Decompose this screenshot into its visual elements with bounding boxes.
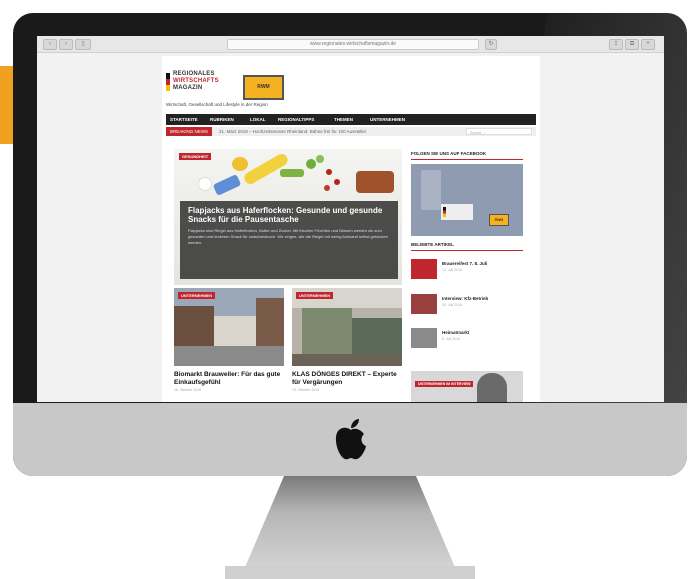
popular-item-date: 10. Juli 2018 [442, 303, 462, 307]
ticker-label: BREAKING NEWS [166, 127, 212, 136]
popular-thumb-image [411, 259, 437, 279]
berry-image [334, 179, 340, 185]
popular-item[interactable]: Brauereifest 7. 8. Juli 12. Juli 2018 [411, 259, 523, 279]
facebook-page-logo [441, 204, 473, 220]
building-image [421, 170, 441, 210]
web-page: REGIONALES WIRTSCHAFTS MAGAZIN RWM Wirts… [162, 56, 540, 402]
card-date: 13. Oktober 2018 [292, 388, 320, 392]
building-image [256, 298, 284, 346]
card-title[interactable]: KLAS DÖNGES DIREKT – Experte für Vergäru… [292, 371, 402, 387]
popular-item[interactable]: Heimatmarkt 8. Juli 2018 [411, 328, 523, 348]
hero-excerpt: Flapjacks sind Riegel aus Haferflocken, … [188, 228, 388, 245]
article-image [174, 288, 284, 366]
card-category-tag[interactable]: UNTERNEHMEN [296, 292, 334, 299]
berry-image [326, 169, 332, 175]
berry-image [324, 185, 330, 191]
german-flag-icon [166, 73, 170, 91]
nav-item-rubriken[interactable]: RUBRIKEN [210, 117, 234, 122]
bowl-image [198, 177, 212, 191]
browser-toolbar: ‹ › ▯ www.regionales-wirtschaftsmagazin.… [37, 36, 664, 53]
flapjack-image [356, 171, 394, 193]
nav-item-unternehmen[interactable]: UNTERNEHMEN [370, 117, 405, 122]
sidebar-icon[interactable]: ▯ [75, 39, 91, 50]
search-input[interactable]: Suche ... [466, 128, 532, 135]
machinery-image [352, 318, 402, 354]
hero-title[interactable]: Flapjacks aus Haferflocken: Gesunde und … [188, 206, 388, 224]
browser-window: ‹ › ▯ www.regionales-wirtschaftsmagazin.… [37, 36, 664, 402]
popular-thumb-image [411, 328, 437, 348]
card-date: 16. Oktober 2018 [174, 388, 202, 392]
vegetable-image [280, 169, 304, 177]
header-ad-banner[interactable]: RWM [243, 75, 284, 100]
building-image [174, 306, 214, 346]
facebook-widget[interactable]: RWM [411, 164, 523, 236]
hall-image [302, 308, 352, 354]
ticker-text[interactable]: 21. März 2019 – Hochzeitsmesse Rheinland… [219, 129, 366, 134]
article-image [292, 288, 402, 366]
popular-item-title[interactable]: Heimatmarkt [442, 330, 469, 335]
bottle-image [212, 174, 242, 196]
nav-item-themen[interactable]: THEMEN [334, 117, 353, 122]
accent-bar [0, 66, 13, 144]
logo-line-3: MAGAZIN [173, 85, 203, 91]
hero-article[interactable]: GESUNDHEIT Flapjacks aus Haferflocken: G… [174, 149, 402, 285]
monitor-stand-base [225, 566, 475, 579]
heading-underline [411, 250, 523, 251]
popular-item-date: 12. Juli 2018 [442, 268, 462, 272]
nav-item-lokal[interactable]: LOKAL [250, 117, 266, 122]
site-logo[interactable]: REGIONALES WIRTSCHAFTS MAGAZIN [166, 70, 228, 98]
logo-line-1: REGIONALES [173, 71, 215, 77]
grape-image [316, 155, 324, 163]
hero-category-tag[interactable]: GESUNDHEIT [179, 153, 212, 160]
reload-icon[interactable]: ↻ [485, 39, 497, 50]
facebook-widget-heading: FOLGEN SIE UNS AUF FACEBOOK [411, 151, 487, 156]
popular-thumb-image [411, 294, 437, 314]
forward-icon[interactable]: › [59, 39, 73, 50]
logo-line-2: WIRTSCHAFTS [173, 78, 219, 84]
card-category-tag[interactable]: UNTERNEHMEN [178, 292, 216, 299]
portrait-image [477, 373, 507, 402]
popular-item-date: 8. Juli 2018 [442, 337, 460, 341]
article-card[interactable]: UNTERNEHMEN Biomarkt Brauweiler: Für das… [174, 288, 284, 402]
interview-tag: UNTERNEHMEN IM INTERVIEW [415, 381, 474, 387]
card-title[interactable]: Biomarkt Brauweiler: Für das gute Einkau… [174, 371, 284, 387]
interview-banner[interactable]: UNTERNEHMEN IM INTERVIEW [411, 371, 523, 402]
facebook-ad-badge: RWM [489, 214, 509, 226]
nav-item-regionaltipps[interactable]: REGIONALTIPPS [278, 117, 314, 122]
popular-heading: BELIEBTE ARTIKEL [411, 242, 454, 247]
popular-item-title[interactable]: Interview: Kfz-Betrieb [442, 296, 488, 301]
monitor-stand [240, 476, 460, 579]
news-ticker: BREAKING NEWS 21. März 2019 – Hochzeitsm… [166, 127, 536, 136]
hero-caption: Flapjacks aus Haferflocken: Gesunde und … [180, 201, 398, 279]
popular-item-title[interactable]: Brauereifest 7. 8. Juli [442, 261, 487, 266]
ground-image [292, 354, 402, 366]
heading-underline [411, 159, 523, 160]
fruit-image [232, 157, 248, 171]
url-field[interactable]: www.regionales-wirtschaftsmagazin.de [227, 39, 479, 50]
popular-item[interactable]: Interview: Kfz-Betrieb 10. Juli 2018 [411, 294, 523, 314]
site-tagline: Wirtschaft, Gesellschaft und Lifestyle i… [166, 102, 268, 107]
back-icon[interactable]: ‹ [43, 39, 57, 50]
main-nav: STARTSEITE RUBRIKEN LOKAL REGIONALTIPPS … [166, 114, 536, 125]
street-image [174, 346, 284, 366]
grape-image [306, 159, 316, 169]
nav-item-startseite[interactable]: STARTSEITE [170, 117, 198, 122]
tabs-icon[interactable]: ⧉ [625, 39, 639, 50]
share-icon[interactable]: ⇪ [609, 39, 623, 50]
article-card[interactable]: UNTERNEHMEN KLAS DÖNGES DIREKT – Experte… [292, 288, 402, 402]
new-tab-icon[interactable]: + [641, 39, 655, 50]
apple-logo-icon [335, 419, 366, 460]
